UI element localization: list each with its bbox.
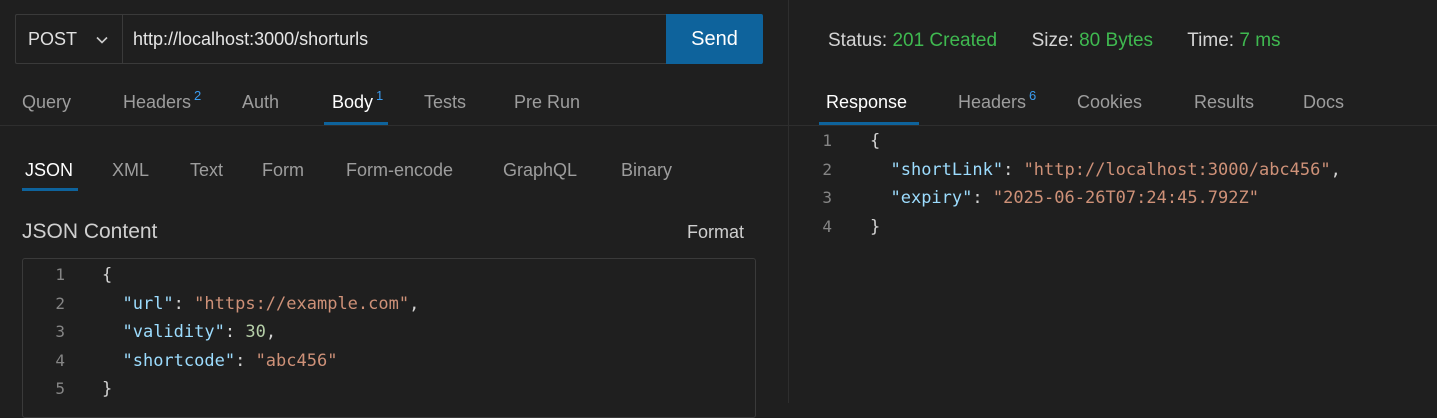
code-line: "expiry": "2025-06-26T07:24:45.792Z"	[890, 188, 1259, 208]
line-number: 1	[55, 265, 65, 284]
tab-results[interactable]: Results	[1194, 92, 1254, 113]
code-line: }	[102, 379, 113, 399]
url-value: http://localhost:3000/shorturls	[133, 28, 369, 49]
size-label: Size:	[1031, 30, 1074, 51]
tab-badge: 6	[1029, 88, 1037, 103]
code-line: {	[870, 131, 881, 151]
method-value: POST	[28, 28, 78, 49]
code-line: "validity": 30,	[122, 322, 277, 342]
tab-pre-run[interactable]: Pre Run	[514, 92, 580, 113]
json-content-title: JSON Content	[22, 220, 158, 243]
code-line: "shortLink": "http://localhost:3000/abc4…	[890, 159, 1341, 180]
method-select[interactable]: POST	[15, 14, 123, 64]
body-type-form[interactable]: Form	[262, 160, 304, 181]
status-value: 201 Created	[892, 30, 998, 51]
active-body-type-indicator	[22, 188, 78, 191]
code-line: "url": "https://example.com",	[122, 293, 420, 314]
tab-response-headers[interactable]: Headers 6	[958, 88, 1036, 113]
body-type-binary[interactable]: Binary	[621, 160, 672, 181]
status-label: Status:	[828, 30, 888, 51]
size-value: 80 Bytes	[1079, 30, 1154, 51]
time-value: 7 ms	[1239, 30, 1281, 51]
chevron-down-icon	[96, 36, 108, 44]
response-status-bar: Status: 201 Created Size: 80 Bytes Time:…	[828, 30, 1281, 52]
tab-label: Response	[826, 92, 908, 112]
tab-label: Tests	[424, 92, 467, 112]
line-number: 5	[55, 379, 65, 398]
tab-cookies[interactable]: Cookies	[1077, 92, 1142, 113]
tab-label: Cookies	[1077, 92, 1143, 112]
tab-headers[interactable]: Headers 2	[123, 88, 201, 113]
body-type-text[interactable]: Text	[190, 160, 223, 181]
tab-label: Pre Run	[514, 92, 581, 112]
response-pane: Status: 201 Created Size: 80 Bytes Time:…	[789, 0, 1437, 403]
line-number: 3	[55, 322, 65, 341]
tab-query[interactable]: Query	[22, 92, 71, 113]
tab-label: Headers	[123, 92, 192, 112]
request-pane: POST http://localhost:3000/shorturls Sen…	[0, 0, 788, 418]
code-line: "shortcode": "abc456"	[122, 350, 338, 371]
line-number: 1	[822, 131, 832, 150]
request-body-editor[interactable]: 1 2 3 4 5 { "url": "https://example.com"…	[22, 258, 756, 418]
tab-tests[interactable]: Tests	[424, 92, 466, 113]
time-label: Time:	[1187, 30, 1235, 51]
tabs-divider	[789, 125, 1437, 126]
line-number: 2	[822, 159, 832, 179]
tab-label: Docs	[1303, 92, 1345, 112]
tab-docs[interactable]: Docs	[1303, 92, 1344, 113]
code-line: }	[870, 216, 881, 237]
body-type-json[interactable]: JSON	[25, 160, 73, 181]
tab-label: Query	[22, 92, 72, 112]
tab-badge: 1	[376, 88, 384, 103]
tab-label: Auth	[242, 92, 280, 112]
send-button[interactable]: Send	[666, 14, 763, 64]
code-line: {	[102, 265, 113, 285]
tab-label: Headers	[958, 92, 1027, 112]
line-number: 4	[822, 216, 832, 236]
tab-badge: 2	[194, 88, 202, 103]
line-number: 3	[822, 188, 832, 207]
tab-body[interactable]: Body 1	[332, 88, 383, 113]
tabs-divider	[0, 125, 788, 126]
url-input[interactable]: http://localhost:3000/shorturls	[122, 14, 667, 64]
tab-response[interactable]: Response	[826, 92, 907, 113]
line-number: 2	[55, 293, 65, 313]
format-button[interactable]: Format	[687, 222, 744, 243]
tab-label: Body	[332, 92, 374, 112]
tab-label: Results	[1194, 92, 1255, 112]
line-number: 4	[55, 350, 65, 370]
body-type-graphql[interactable]: GraphQL	[503, 160, 577, 181]
tab-auth[interactable]: Auth	[242, 92, 279, 113]
body-type-xml[interactable]: XML	[112, 160, 149, 181]
body-type-form-encode[interactable]: Form-encode	[346, 160, 453, 181]
